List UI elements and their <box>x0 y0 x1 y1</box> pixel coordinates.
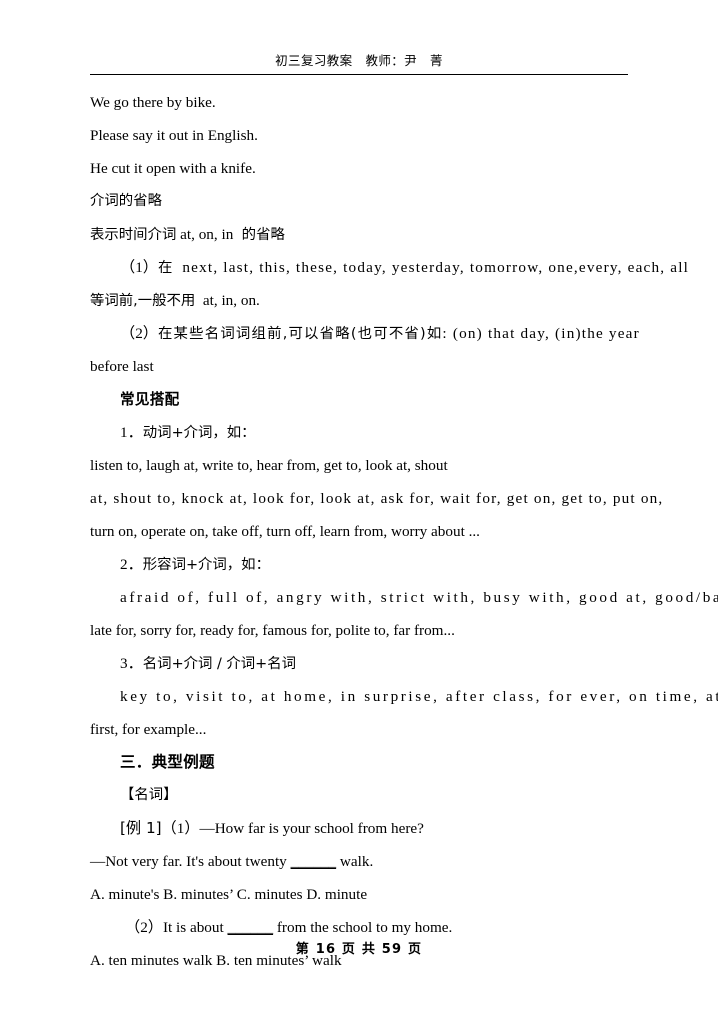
heading-nouns-bracket: 【名词】 <box>120 787 178 803</box>
page-footer: 第 16 页 共 59 页 <box>0 938 718 958</box>
example-2-sub-number: （2） <box>125 919 163 936</box>
body-line-2: Please say it out in English. <box>90 127 258 144</box>
rule-item-1-cjk-2: 等词前,一般不用 <box>90 293 196 309</box>
time-prep-label-cjk: 表示时间介词 <box>90 227 177 243</box>
collocation-2-label: 形容词+介词，如： <box>142 557 270 573</box>
collocation-1-heading: 1．动词+介词，如： <box>90 416 628 449</box>
collocation-3-number: 3． <box>120 655 143 672</box>
rule-item-1-cjk: 在 <box>157 260 173 276</box>
rule-item-1-row-1: （1）在 next, last, this, these, today, yes… <box>90 251 688 284</box>
collocation-2-number: 2． <box>120 556 143 573</box>
heading-common-collocations: 常见搭配 <box>120 391 180 408</box>
rule-item-2-examples: : (on) that day, (in)the year <box>442 325 640 342</box>
body-line-1: We go there by bike. <box>90 94 216 111</box>
collocation-2-examples-row-2: late for, sorry for, ready for, famous f… <box>90 622 455 639</box>
collocation-2-examples-row-1: afraid of, full of, angry with, strict w… <box>120 589 718 606</box>
example-1-label: [例 1] <box>120 819 162 837</box>
example-2-question-suffix: from the school to my home. <box>273 919 453 936</box>
example-1-question-text: —How far is your school from here? <box>199 820 424 837</box>
page-number-label: 第 16 页 共 59 页 <box>295 942 423 957</box>
body-line-3: He cut it open with a knife. <box>90 160 256 177</box>
rule-item-2-cjk: 在某些名词词组前,可以省略(也可不省)如 <box>157 326 443 342</box>
collocation-1-examples-row-3: turn on, operate on, take off, turn off,… <box>90 523 480 540</box>
collocation-3-examples-row-1: key to, visit to, at home, in surprise, … <box>120 688 718 705</box>
rule-item-1-preps: at, in, on. <box>195 292 260 309</box>
rule-item-1: （1）在 next, last, this, these, today, yes… <box>90 251 688 317</box>
time-prep-list: at, on, in <box>176 226 238 243</box>
example-1-answer-prefix: —Not very far. It's about twenty <box>90 853 291 870</box>
page-header: 初三复习教案 教师：尹 菁 <box>90 53 628 77</box>
collocation-3-label: 名词+介词 / 介词+名词 <box>142 656 297 672</box>
heading-preposition-omission: 介词的省略 <box>90 193 162 209</box>
rule-item-1-row-2: 等词前,一般不用 at, in, on. <box>90 284 628 317</box>
example-1-sub-number: （1） <box>161 820 200 837</box>
header-divider <box>90 74 628 75</box>
collocation-1-examples-row-1: listen to, laugh at, write to, hear from… <box>90 457 448 474</box>
body-line-time-preposition: 表示时间介词 at, on, in 的省略 <box>90 218 628 251</box>
collocation-1-examples-row-2: at, shout to, knock at, look for, look a… <box>90 490 664 507</box>
example-1-question-row-1: [例 1]（1）—How far is your school from her… <box>90 812 628 845</box>
time-prep-suffix-cjk: 的省略 <box>237 227 285 243</box>
collocation-1-number: 1． <box>120 424 143 441</box>
example-2-question-prefix: It is about <box>162 919 228 936</box>
rule-item-2-row-2: before last <box>90 358 154 375</box>
document-body: We go there by bike. Please say it out i… <box>90 86 718 977</box>
heading-section-three-examples: 三．典型例题 <box>120 753 215 771</box>
example-2-question-blank: ______ <box>227 919 274 936</box>
collocation-2-heading: 2．形容词+介词，如： <box>90 548 628 581</box>
example-1-answer-suffix: walk. <box>336 853 374 870</box>
collocation-1-label: 动词+介词，如： <box>142 425 256 441</box>
document-page: 初三复习教案 教师：尹 菁 We go there by bike. Pleas… <box>0 0 718 1021</box>
header-title: 初三复习教案 教师：尹 菁 <box>275 54 443 68</box>
example-1-options-row: A. minute's B. minutes’ C. minutes D. mi… <box>90 886 368 903</box>
rule-item-1-number: （1） <box>120 259 158 276</box>
example-1-answer-row: —Not very far. It's about twenty ______ … <box>90 845 628 878</box>
collocation-3-heading: 3．名词+介词 / 介词+名词 <box>90 647 628 680</box>
rule-item-2: （2）在某些名词词组前,可以省略(也可不省)如: (on) that day, … <box>90 317 639 383</box>
rule-item-1-words: next, last, this, these, today, yesterda… <box>172 259 690 276</box>
rule-item-2-row-1: （2）在某些名词词组前,可以省略(也可不省)如: (on) that day, … <box>90 317 639 350</box>
collocation-3-examples-row-2: first, for example... <box>90 721 207 738</box>
example-1-answer-blank: ______ <box>290 853 337 870</box>
rule-item-2-number: （2） <box>120 325 158 342</box>
